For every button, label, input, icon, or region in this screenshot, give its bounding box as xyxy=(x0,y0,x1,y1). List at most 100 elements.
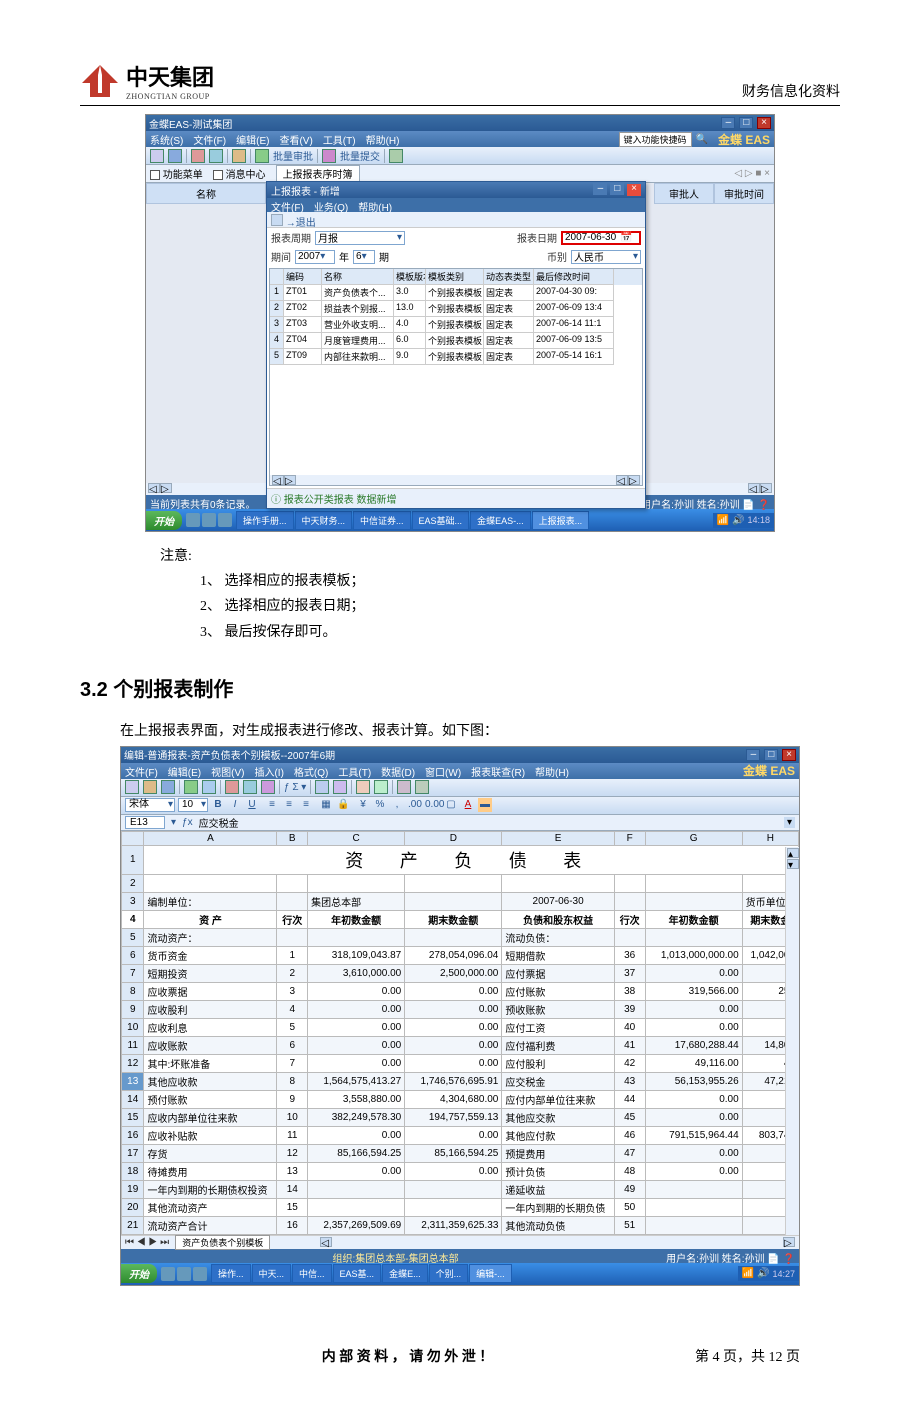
name-dropdown-icon[interactable]: ▾ xyxy=(171,817,176,828)
menu-item[interactable]: 帮助(H) xyxy=(366,136,400,147)
table-row[interactable]: 8应收票据30.000.00应付账款38319,566.00253 xyxy=(122,982,799,1000)
dec-dec-icon[interactable]: 0.00 xyxy=(424,798,438,812)
func-menu-label[interactable]: 功能菜单 xyxy=(163,170,203,181)
quick-icon[interactable] xyxy=(193,1267,207,1281)
menu-item[interactable]: 业务(Q) xyxy=(314,203,348,214)
month-select[interactable]: 6▾ xyxy=(353,250,375,264)
menu-item[interactable]: 编辑(E) xyxy=(168,768,201,779)
menu-item[interactable]: 编辑(E) xyxy=(236,136,269,147)
percent-icon[interactable]: % xyxy=(373,798,387,812)
refresh-icon[interactable] xyxy=(232,149,246,163)
font-size-select[interactable]: 10 xyxy=(178,798,208,812)
table-row[interactable]: 3ZT03营业外收支明...4.0个别报表模板固定表2007-06-14 11:… xyxy=(270,317,642,333)
menu-item[interactable]: 格式(Q) xyxy=(294,768,328,779)
menu-item[interactable]: 查看(V) xyxy=(279,136,312,147)
fx-label-icon[interactable]: ƒx xyxy=(182,817,193,828)
table-row[interactable]: 4ZT04月度管理费用...6.0个别报表模板固定表2007-06-09 13:… xyxy=(270,333,642,349)
merge-icon[interactable] xyxy=(374,780,388,794)
borders-icon[interactable]: ▢ xyxy=(444,798,458,812)
dlg-close-icon[interactable]: × xyxy=(627,184,641,196)
close-icon[interactable]: × xyxy=(782,749,796,761)
zoom-icon[interactable] xyxy=(397,780,411,794)
dlg-minimize-icon[interactable]: – xyxy=(593,183,607,195)
menu-item[interactable]: 报表联查(R) xyxy=(471,768,525,779)
menu-item[interactable]: 视图(V) xyxy=(211,768,244,779)
menu-item[interactable]: 窗口(W) xyxy=(425,768,461,779)
table-row[interactable]: 12其中:坏账准备70.000.00应付股利4249,116.0049 xyxy=(122,1054,799,1072)
menu-checkbox[interactable] xyxy=(150,170,160,180)
align-right-icon[interactable]: ≡ xyxy=(299,798,313,812)
taskbar-item[interactable]: 操作手册... xyxy=(236,511,294,530)
taskbar-item[interactable]: EAS基... xyxy=(333,1264,382,1283)
minimize-icon[interactable]: – xyxy=(721,117,735,129)
menu-item[interactable]: 帮助(H) xyxy=(358,203,392,214)
print-icon[interactable] xyxy=(184,780,198,794)
menu-item[interactable]: 工具(T) xyxy=(323,136,356,147)
taskbar-item[interactable]: 金蝶EAS-... xyxy=(470,511,531,530)
new-icon[interactable] xyxy=(125,780,139,794)
copy-icon[interactable] xyxy=(209,149,223,163)
taskbar-item[interactable]: 中信... xyxy=(292,1264,332,1283)
table-row[interactable]: 21流动资产合计162,357,269,509.692,311,359,625.… xyxy=(122,1216,799,1234)
align-left-icon[interactable]: ≡ xyxy=(265,798,279,812)
search-icon[interactable]: 🔍 xyxy=(696,134,708,145)
minimize-icon[interactable]: – xyxy=(746,749,760,761)
menu-item[interactable]: 数据(D) xyxy=(381,768,415,779)
cut-icon[interactable] xyxy=(225,780,239,794)
taskbar-item[interactable]: EAS基础... xyxy=(412,511,470,530)
sort-icon[interactable] xyxy=(315,780,329,794)
cell-reference[interactable]: E13 xyxy=(125,816,165,829)
approve-icon[interactable] xyxy=(255,149,269,163)
filter-icon[interactable] xyxy=(333,780,347,794)
italic-icon[interactable]: I xyxy=(228,798,242,812)
tray-icon[interactable]: 🔊 xyxy=(732,515,744,526)
batch-approve-button[interactable]: 批量审批 xyxy=(273,148,313,163)
align-center-icon[interactable]: ≡ xyxy=(282,798,296,812)
msg-checkbox[interactable] xyxy=(213,170,223,180)
grid-scrollbar[interactable]: ◁▷◁▷ xyxy=(270,475,642,485)
close-icon[interactable]: × xyxy=(757,117,771,129)
open-icon[interactable] xyxy=(143,780,157,794)
start-button[interactable]: 开始 xyxy=(146,511,182,530)
currency-icon[interactable]: ¥ xyxy=(356,798,370,812)
underline-icon[interactable]: U xyxy=(245,798,259,812)
sheet-tab[interactable]: 资产负债表个别模板 xyxy=(175,1235,270,1250)
menu-item[interactable]: 文件(F) xyxy=(125,768,158,779)
vertical-scrollbar[interactable]: ▴▾ xyxy=(785,847,799,1235)
year-select[interactable]: 2007▾ xyxy=(295,250,335,264)
start-button[interactable]: 开始 xyxy=(121,1264,157,1283)
preview-icon[interactable] xyxy=(202,780,216,794)
period-select[interactable]: 月报▾ xyxy=(315,231,405,245)
cut-icon[interactable] xyxy=(191,149,205,163)
copy-icon[interactable] xyxy=(243,780,257,794)
quick-icon[interactable] xyxy=(177,1267,191,1281)
menu-item[interactable]: 工具(T) xyxy=(338,768,371,779)
menu-item[interactable]: 文件(F) xyxy=(271,203,304,214)
export-icon[interactable] xyxy=(389,149,403,163)
quick-icon[interactable] xyxy=(186,513,200,527)
tray-icon[interactable]: 📶 xyxy=(742,1268,754,1279)
font-color-icon[interactable]: A xyxy=(461,798,475,812)
save-icon[interactable] xyxy=(168,149,182,163)
maximize-icon[interactable]: □ xyxy=(739,117,753,129)
table-row[interactable]: 7短期投资23,610,000.002,500,000.00应付票据370.00 xyxy=(122,964,799,982)
save-icon[interactable] xyxy=(271,214,283,226)
table-row[interactable]: 19一年内到期的长期债权投资14递延收益49 xyxy=(122,1180,799,1198)
table-row[interactable]: 11应收账款60.000.00应付福利费4117,680,288.4414,80… xyxy=(122,1036,799,1054)
formula-input[interactable]: 应交税金 xyxy=(199,815,778,830)
msg-center-label[interactable]: 消息中心 xyxy=(226,170,266,181)
table-row[interactable]: 2ZT02损益表个别报...13.0个别报表模板固定表2007-06-09 13… xyxy=(270,301,642,317)
table-row[interactable]: 10应收利息50.000.00应付工资400.00 xyxy=(122,1018,799,1036)
exit-button[interactable]: →退出 xyxy=(286,218,316,229)
dec-inc-icon[interactable]: .00 xyxy=(407,798,421,812)
table-row[interactable]: 16应收补贴款110.000.00其他应付款46791,515,964.4480… xyxy=(122,1126,799,1144)
tray-icon[interactable]: 📶 xyxy=(717,515,729,526)
table-row[interactable]: 15应收内部单位往来款10382,249,578.30194,757,559.1… xyxy=(122,1108,799,1126)
table-row[interactable]: 6货币资金1318,109,043.87278,054,096.04短期借款36… xyxy=(122,946,799,964)
rptdate-input[interactable]: 2007-06-30📅 xyxy=(561,231,641,245)
spreadsheet[interactable]: AB CD EF GH 1 资 产 负 债 表 2 会 3 编制单位： 集团总本… xyxy=(121,831,799,1235)
save-icon[interactable] xyxy=(161,780,175,794)
batch-submit-button[interactable]: 批量提交 xyxy=(340,148,380,163)
submit-icon[interactable] xyxy=(322,149,336,163)
table-row[interactable]: 13其他应收款81,564,575,413.271,746,576,695.91… xyxy=(122,1072,799,1090)
